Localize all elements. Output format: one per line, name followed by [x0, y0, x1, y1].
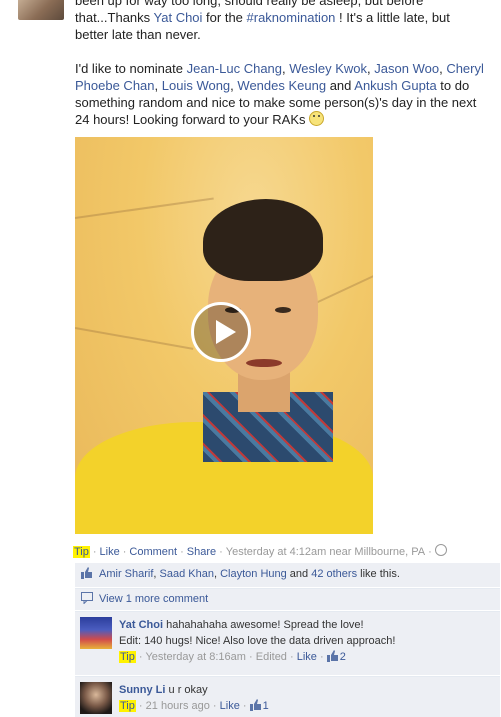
- hashtag-link[interactable]: #raknomination: [247, 10, 336, 25]
- video-person-mouth: [246, 359, 282, 367]
- comment-like-link[interactable]: Like: [297, 651, 317, 663]
- likes-suffix: like this.: [357, 568, 400, 580]
- wall-crack: [75, 327, 194, 350]
- post-text-line1b: for the: [202, 10, 247, 25]
- thumbs-up-icon: [249, 699, 262, 711]
- likes-and: and: [286, 568, 312, 580]
- comment-item: Sunny Li u r okay Tip · 21 hours ago · L…: [75, 676, 500, 717]
- play-icon[interactable]: [191, 302, 251, 362]
- thumbs-up-icon: [81, 567, 93, 579]
- like-link[interactable]: Like: [100, 546, 120, 558]
- commenter-name[interactable]: Sunny Li: [119, 684, 165, 696]
- comment-like-link[interactable]: Like: [220, 700, 240, 712]
- commenter-avatar[interactable]: [80, 682, 112, 714]
- tip-link[interactable]: Tip: [119, 700, 136, 712]
- nominee-link[interactable]: Louis Wong: [162, 78, 230, 93]
- nominee-link[interactable]: Wesley Kwok: [289, 61, 367, 76]
- likes-summary: Amir Sharif, Saad Khan, Clayton Hung and…: [75, 563, 500, 587]
- wall-crack: [75, 197, 214, 219]
- post-timestamp[interactable]: Yesterday at 4:12am near Millbourne, PA: [226, 546, 425, 558]
- comment-like-count[interactable]: 1: [263, 700, 269, 712]
- nominate-intro: I'd like to nominate: [75, 61, 187, 76]
- commenter-avatar[interactable]: [80, 617, 112, 649]
- comment-item: Yat Choi hahahahaha awesome! Spread the …: [75, 611, 500, 675]
- comment-bubble-icon: [81, 592, 93, 604]
- comment-meta: Tip · Yesterday at 8:16am · Edited · Lik…: [119, 650, 346, 663]
- tip-link[interactable]: Tip: [119, 651, 136, 663]
- globe-icon[interactable]: [434, 544, 447, 556]
- liker-link[interactable]: Amir Sharif: [99, 568, 153, 580]
- comment-text: u r okay: [168, 684, 208, 696]
- edited-label[interactable]: Edited: [256, 651, 287, 663]
- comment-link[interactable]: Comment: [129, 546, 177, 558]
- comment-like-count[interactable]: 2: [340, 651, 346, 663]
- smiley-icon: [309, 111, 325, 126]
- comment-meta: Tip · 21 hours ago · Like · 1: [119, 699, 269, 712]
- nominee-link[interactable]: Jason Woo: [374, 61, 439, 76]
- likes-others-link[interactable]: 42 others: [311, 568, 357, 580]
- post-text-line1a: that...Thanks: [75, 10, 154, 25]
- post-text-line0: been up for way too long, should really …: [75, 0, 424, 8]
- comment-text: hahahahaha awesome! Spread the love!: [166, 619, 364, 631]
- comment-timestamp[interactable]: 21 hours ago: [146, 700, 210, 712]
- video-thumbnail[interactable]: [75, 137, 373, 534]
- thumbs-up-icon: [326, 650, 339, 662]
- and-text: and: [326, 78, 355, 93]
- tip-link[interactable]: Tip: [73, 546, 90, 558]
- comment-timestamp[interactable]: Yesterday at 8:16am: [145, 651, 246, 663]
- video-person-eye: [275, 307, 291, 313]
- liker-link[interactable]: Clayton Hung: [220, 568, 287, 580]
- nominee-link[interactable]: Wendes Keung: [237, 78, 326, 93]
- comment-text-edit: Edit: 140 hugs! Nice! Also love the data…: [119, 635, 396, 647]
- video-person-hair: [203, 199, 323, 281]
- poster-avatar[interactable]: [18, 0, 64, 20]
- nominee-link[interactable]: Jean-Luc Chang: [187, 61, 282, 76]
- nominee-link[interactable]: Ankush Gupta: [354, 78, 436, 93]
- post-action-bar: Tip · Like · Comment · Share · Yesterday at 4:12…: [73, 544, 447, 558]
- view-more-comments-row[interactable]: View 1 more comment: [75, 588, 500, 610]
- share-link[interactable]: Share: [187, 546, 216, 558]
- thanked-user-link[interactable]: Yat Choi: [154, 10, 203, 25]
- liker-link[interactable]: Saad Khan: [160, 568, 214, 580]
- post-message: been up for way too long, should really …: [75, 0, 485, 145]
- view-more-comments-link[interactable]: View 1 more comment: [99, 593, 208, 605]
- commenter-name[interactable]: Yat Choi: [119, 619, 163, 631]
